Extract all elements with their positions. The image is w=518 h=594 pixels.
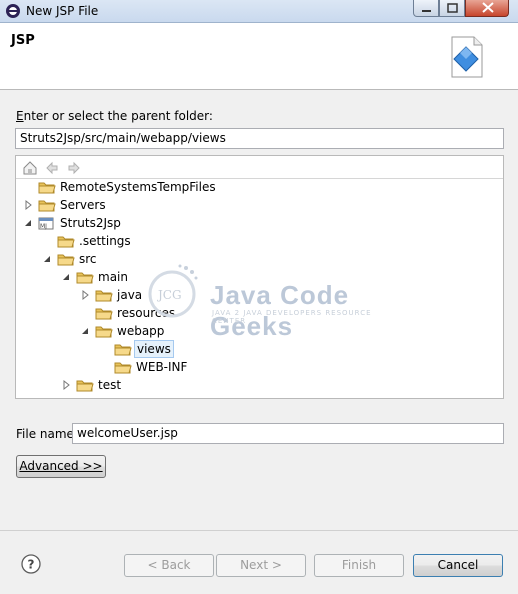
tree-item-label: resources xyxy=(117,306,176,320)
next-button[interactable]: Next > xyxy=(216,554,306,577)
collapsed-arrow-icon[interactable] xyxy=(24,196,33,214)
tree-item[interactable]: RemoteSystemsTempFiles xyxy=(24,178,324,196)
folder-icon xyxy=(95,290,113,302)
folder-icon xyxy=(76,272,94,284)
folder-icon xyxy=(95,308,113,320)
collapsed-arrow-icon[interactable] xyxy=(62,376,71,394)
tree-item-label: main xyxy=(98,270,128,284)
cancel-button[interactable]: Cancel xyxy=(413,554,503,577)
folder-open-icon xyxy=(38,182,56,194)
jsp-file-icon xyxy=(451,36,483,78)
folder-icon xyxy=(114,362,132,374)
tree-item-label: Servers xyxy=(60,198,106,212)
expanded-arrow-icon[interactable] xyxy=(81,322,90,340)
minimize-button[interactable] xyxy=(413,0,439,17)
tree-item-label: java xyxy=(117,288,143,302)
folder-open-icon xyxy=(38,200,56,212)
advanced-button[interactable]: Advanced >> xyxy=(16,455,106,478)
folder-icon xyxy=(95,326,113,338)
tree-item[interactable]: .settings xyxy=(43,232,343,250)
tree-item[interactable]: Servers xyxy=(24,196,324,214)
minimize-icon xyxy=(422,10,431,12)
folder-icon xyxy=(114,344,132,356)
close-button[interactable] xyxy=(465,0,509,17)
parent-folder-label: Enter or select the parent folder: xyxy=(16,109,213,123)
wizard-banner: JSP xyxy=(0,23,518,90)
tree-item[interactable]: java xyxy=(81,286,381,304)
title-bar[interactable]: New JSP File xyxy=(0,0,518,23)
parent-folder-input[interactable]: Struts2Jsp/src/main/webapp/views xyxy=(15,128,504,149)
finish-button[interactable]: Finish xyxy=(314,554,404,577)
tree-item[interactable]: webapp xyxy=(81,322,381,340)
file-name-label: File name: xyxy=(16,427,78,441)
help-icon[interactable]: ? xyxy=(21,554,41,574)
tree-item-label: WEB-INF xyxy=(136,360,188,374)
tree-item-label: webapp xyxy=(117,324,165,338)
expanded-arrow-icon[interactable] xyxy=(24,214,33,232)
folder-tree[interactable]: RemoteSystemsTempFiles Servers MJ Struts2Js… xyxy=(15,155,504,399)
tree-item[interactable]: main xyxy=(62,268,362,286)
forward-arrow-icon[interactable] xyxy=(66,160,82,176)
tree-item[interactable]: views xyxy=(100,340,400,358)
tree-item[interactable]: src xyxy=(43,250,343,268)
svg-text:?: ? xyxy=(28,558,35,572)
window-title: New JSP File xyxy=(26,4,99,18)
page-title: JSP xyxy=(11,33,35,48)
expanded-arrow-icon[interactable] xyxy=(43,250,52,268)
collapsed-arrow-icon[interactable] xyxy=(81,286,90,304)
close-icon xyxy=(482,2,494,13)
tree-item-label: views xyxy=(134,340,174,358)
tree-item[interactable]: test xyxy=(62,376,362,394)
folder-icon xyxy=(57,236,75,248)
folder-icon xyxy=(76,380,94,392)
home-icon[interactable] xyxy=(22,160,38,176)
new-jsp-file-dialog: New JSP File JSP Enter or select the par… xyxy=(0,0,518,594)
tree-item[interactable]: resources xyxy=(81,304,381,322)
tree-item-label: RemoteSystemsTempFiles xyxy=(60,180,216,194)
maximize-icon xyxy=(447,3,458,13)
project-icon: MJ xyxy=(38,217,54,230)
back-arrow-icon[interactable] xyxy=(44,160,60,176)
folder-icon xyxy=(57,254,75,266)
tree-item[interactable]: WEB-INF xyxy=(100,358,400,376)
svg-text:MJ: MJ xyxy=(40,223,47,230)
maximize-button[interactable] xyxy=(439,0,465,17)
back-button[interactable]: < Back xyxy=(124,554,214,577)
tree-item-label: .settings xyxy=(79,234,131,248)
tree-item-label: src xyxy=(79,252,97,266)
file-name-input[interactable]: welcomeUser.jsp xyxy=(72,423,504,444)
button-bar-separator xyxy=(0,530,518,531)
tree-item-label: test xyxy=(98,378,122,392)
tree-item[interactable]: MJ Struts2Jsp xyxy=(24,214,324,232)
eclipse-icon xyxy=(6,4,20,18)
tree-item-label: Struts2Jsp xyxy=(60,216,121,230)
expanded-arrow-icon[interactable] xyxy=(62,268,71,286)
